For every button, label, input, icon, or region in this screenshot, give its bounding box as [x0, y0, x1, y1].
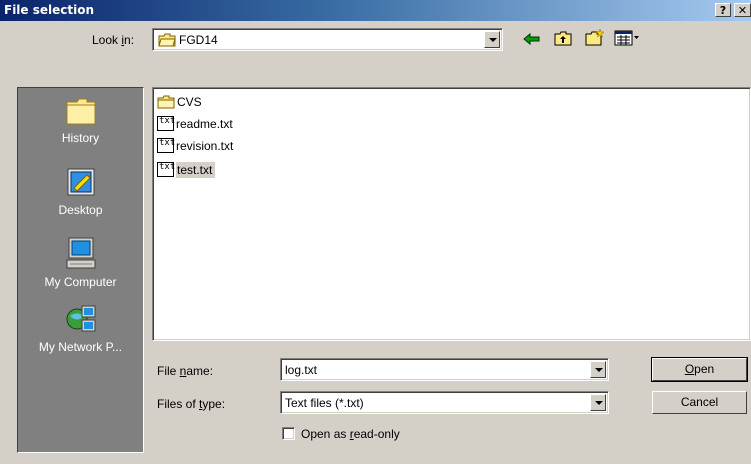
help-button[interactable]: ? [715, 3, 731, 17]
places-bar: History Desktop My Computer My Network P… [17, 87, 144, 453]
place-desktop[interactable]: Desktop [18, 166, 143, 217]
place-label: Desktop [58, 203, 103, 217]
list-item[interactable]: CVS [157, 93, 202, 110]
folder-icon [158, 33, 176, 50]
read-only-checkbox[interactable] [282, 427, 295, 440]
file-type-dropdown-button[interactable] [590, 394, 606, 411]
history-icon [65, 98, 97, 129]
look-in-dropdown-button[interactable] [484, 31, 500, 48]
file-name: revision.txt [176, 138, 234, 153]
back-arrow-icon[interactable] [523, 32, 541, 49]
place-my-network[interactable]: My Network P... [18, 303, 143, 354]
close-icon: ✕ [737, 4, 748, 17]
file-name-label: File name: [157, 364, 214, 378]
network-icon [65, 305, 97, 338]
desktop-icon [65, 168, 97, 201]
close-button[interactable]: ✕ [734, 3, 751, 17]
place-my-computer[interactable]: My Computer [18, 236, 143, 289]
file-name-dropdown-button[interactable] [590, 361, 606, 378]
cancel-button[interactable]: Cancel [652, 391, 747, 414]
file-type-label: Files of type: [157, 397, 226, 411]
view-menu-icon[interactable] [614, 30, 640, 49]
text-file-icon: txt [157, 138, 175, 153]
look-in-label: Look in: [92, 33, 135, 47]
file-name-combo[interactable]: log.txt [280, 358, 609, 381]
file-type-value: Text files (*.txt) [285, 396, 364, 410]
place-label: My Computer [44, 275, 117, 289]
text-file-icon: txt [157, 116, 175, 131]
place-label: My Network P... [38, 340, 123, 354]
file-type-select[interactable]: Text files (*.txt) [280, 391, 609, 414]
read-only-label: Open as read-only [301, 427, 400, 441]
list-item[interactable]: txt test.txt [157, 161, 216, 178]
new-folder-icon[interactable] [585, 28, 605, 49]
look-in-value: FGD14 [179, 33, 218, 47]
text-file-icon: txt [157, 162, 175, 177]
file-name-selected: test.txt [176, 161, 216, 178]
list-item[interactable]: txt revision.txt [157, 137, 233, 154]
file-name: CVS [177, 94, 202, 109]
file-name-input[interactable]: log.txt [285, 363, 317, 377]
up-folder-icon[interactable] [554, 30, 572, 49]
folder-icon [157, 95, 175, 109]
place-history[interactable]: History [18, 96, 143, 145]
look-in-combo[interactable]: FGD14 [152, 28, 503, 51]
file-list[interactable]: CVS txt readme.txt txt revision.txt txt … [152, 87, 751, 341]
list-item[interactable]: txt readme.txt [157, 115, 233, 132]
open-button[interactable]: Open [651, 357, 748, 382]
computer-icon [65, 237, 97, 273]
file-name: readme.txt [176, 116, 233, 131]
place-label: History [61, 131, 100, 145]
window-title: File selection [4, 3, 95, 17]
title-bar[interactable]: File selection ? ✕ [0, 0, 751, 21]
